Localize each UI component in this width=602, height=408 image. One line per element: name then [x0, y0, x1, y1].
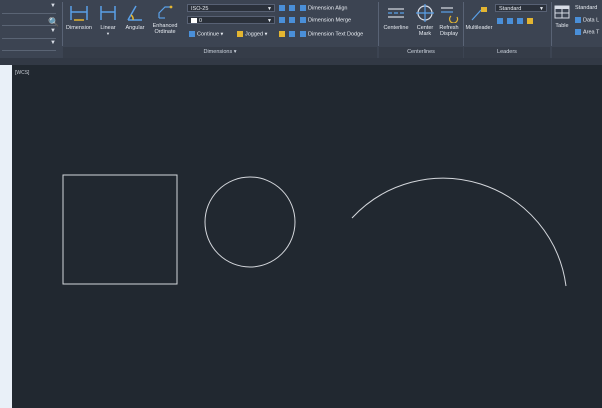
angular-dimension-icon [127, 5, 142, 21]
multileader-label: Multileader [465, 25, 493, 31]
dropdown-arrow-icon: ▼ [539, 6, 544, 12]
tables-panel-footer [552, 47, 602, 58]
dimension-merge-button[interactable]: Dimension Merge [300, 17, 351, 23]
continue-button[interactable]: Continue ▾ [189, 31, 223, 37]
leaders-panel-footer[interactable]: Leaders [464, 47, 550, 58]
center-mark-button[interactable]: Center Mark [413, 3, 437, 37]
dimension-merge-icon [300, 17, 306, 23]
table-label: Table [555, 23, 569, 29]
linear-dimension-icon [100, 6, 116, 20]
table-icon [554, 5, 570, 19]
dropdown-arrow-icon: ▼ [50, 28, 56, 34]
jogged-label: Jogged [245, 31, 264, 38]
dropdown-arrow-icon: ▼ [267, 18, 272, 24]
dimension-text-dodge-icon [300, 31, 306, 37]
table-style-value: Standard [575, 5, 598, 11]
ordinate-dimension-icon [158, 5, 173, 19]
left-panel-dropdown-4[interactable]: ▼ [2, 40, 56, 51]
dimension-text-dodge-button[interactable]: Dimension Text Dodge [300, 31, 363, 37]
multileader-icon [471, 7, 487, 21]
jogged-button[interactable]: Jogged ▾ [237, 31, 267, 37]
dimension-align-label: Dimension Align [308, 5, 348, 12]
area-label: Area T [583, 29, 600, 36]
dimension-merge-label: Dimension Merge [308, 17, 352, 24]
layer-value: 0 [199, 18, 203, 24]
square-shape[interactable] [62, 174, 178, 285]
refresh-display-button[interactable]: Refresh Display [437, 3, 461, 37]
circle-shape[interactable] [204, 176, 296, 268]
multileader-button[interactable]: Multileader [464, 3, 494, 31]
ordinate-label: Ordinate [154, 29, 176, 35]
linear-dropdown-arrow-icon[interactable]: ▼ [96, 31, 120, 37]
left-panel: ▼ 🔍 ▼ ▼ [0, 0, 62, 58]
dimension-align-button[interactable]: Dimension Align [300, 5, 347, 11]
centerlines-panel-label: Centerlines [407, 49, 435, 55]
ribbon: ▼ 🔍 ▼ ▼ Dimension Linear ▼ Angular Enhan… [0, 0, 602, 58]
dimension-style-dropdown[interactable]: ISO-25 ▼ [187, 4, 275, 12]
left-panel-dropdown-3[interactable]: ▼ [2, 28, 56, 39]
centerline-icon [388, 8, 404, 18]
mark-label: Mark [418, 31, 432, 37]
align-leader-icon[interactable] [517, 18, 523, 24]
add-leader-icon[interactable] [497, 18, 503, 24]
dimensions-panel-label: Dimensions [203, 49, 233, 55]
drawing-svg [62, 174, 567, 287]
left-panel-dropdown-1[interactable]: ▼ [2, 3, 56, 14]
separator [378, 2, 379, 46]
dimension-align-icon [300, 5, 306, 11]
dimension-style-value: ISO-25 [191, 6, 209, 12]
dimension-button[interactable]: Dimension [64, 3, 94, 31]
inspect-icon[interactable] [279, 31, 285, 37]
break-icon[interactable] [289, 17, 295, 23]
linear-button[interactable]: Linear ▼ [96, 3, 120, 37]
layer-color-swatch [191, 18, 197, 24]
remove-leader-icon[interactable] [507, 18, 513, 24]
area-button[interactable]: Area T [575, 29, 599, 35]
continue-label: Continue [197, 31, 220, 38]
display-label: Display [439, 31, 459, 37]
data-link-button[interactable]: Data L [575, 17, 599, 23]
table-button[interactable]: Table [552, 3, 572, 29]
angular-label: Angular [125, 25, 145, 31]
centerline-button[interactable]: Centerline [381, 3, 411, 31]
jogged-icon [237, 31, 243, 37]
table-style-dropdown[interactable]: Standard [575, 5, 597, 11]
search-icon[interactable]: 🔍 [48, 17, 59, 28]
separator [62, 2, 63, 46]
angular-button[interactable]: Angular [122, 3, 148, 31]
space-icon[interactable] [289, 5, 295, 11]
dropdown-arrow-icon: ▼ [267, 6, 272, 12]
drawing-canvas[interactable]: [WCS] [12, 65, 602, 408]
refresh-display-icon [441, 7, 459, 23]
data-link-icon [575, 17, 581, 23]
leaders-panel-label: Leaders [497, 49, 517, 55]
quick-dimension-icon[interactable] [279, 5, 285, 11]
file-tab-strip [0, 58, 602, 65]
baseline-icon[interactable] [279, 17, 285, 23]
dimension-label: Dimension [66, 25, 92, 31]
center-mark-icon [416, 4, 434, 22]
area-icon [575, 29, 581, 35]
leader-style-value: Standard [499, 6, 522, 12]
arc-shape[interactable] [351, 177, 567, 287]
dropdown-arrow-icon: ▼ [50, 3, 56, 9]
dimensions-panel-footer[interactable]: Dimensions ▾ [63, 47, 377, 58]
dropdown-arrow-icon: ▼ [50, 40, 56, 46]
oblique-icon[interactable] [289, 31, 295, 37]
layer-dropdown[interactable]: 0 ▼ [187, 16, 275, 24]
leader-style-dropdown[interactable]: Standard ▼ [495, 4, 547, 12]
dimension-icon [70, 6, 88, 21]
centerline-label: Centerline [383, 25, 409, 31]
collect-leader-icon[interactable] [527, 18, 533, 24]
data-link-label: Data L [583, 17, 600, 24]
enhanced-ordinate-button[interactable]: Enhanced Ordinate [150, 3, 180, 35]
continue-icon [189, 31, 195, 37]
dimension-text-dodge-label: Dimension Text Dodge [308, 31, 364, 38]
centerlines-panel-footer: Centerlines [379, 47, 463, 58]
